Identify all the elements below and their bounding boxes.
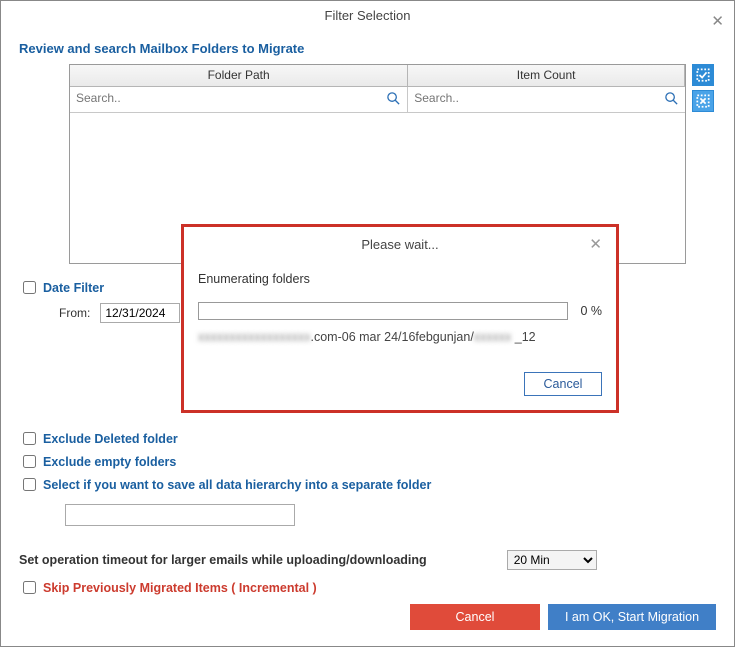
cancel-button[interactable]: Cancel xyxy=(410,604,540,630)
close-icon[interactable]: ✕ xyxy=(711,7,724,37)
dialog-close-icon[interactable]: ✕ xyxy=(589,235,602,253)
progress-dialog: Please wait... ✕ Enumerating folders 0 %… xyxy=(181,224,619,413)
timeout-select[interactable]: 20 Min xyxy=(507,550,597,570)
dialog-status: Enumerating folders xyxy=(198,272,602,286)
exclude-empty-checkbox[interactable] xyxy=(23,455,36,468)
col-folder-path[interactable]: Folder Path xyxy=(70,65,408,86)
date-filter-label: Date Filter xyxy=(43,281,104,295)
exclude-empty-label: Exclude empty folders xyxy=(43,455,176,469)
exclude-deleted-checkbox[interactable] xyxy=(23,432,36,445)
search-item-count-input[interactable] xyxy=(412,90,681,106)
from-date-input[interactable] xyxy=(100,303,180,323)
hierarchy-folder-input[interactable] xyxy=(65,504,295,526)
from-label: From: xyxy=(59,306,90,320)
hierarchy-label: Select if you want to save all data hier… xyxy=(43,478,431,492)
skip-migrated-label: Skip Previously Migrated Items ( Increme… xyxy=(43,581,317,595)
progress-bar xyxy=(198,302,568,320)
date-filter-checkbox[interactable] xyxy=(23,281,36,294)
start-migration-button[interactable]: I am OK, Start Migration xyxy=(548,604,716,630)
page-heading: Review and search Mailbox Folders to Mig… xyxy=(19,41,716,56)
window-title: Filter Selection xyxy=(325,8,411,23)
select-all-button[interactable] xyxy=(692,64,714,86)
grid-header: Folder Path Item Count xyxy=(70,65,685,87)
progress-percent: 0 % xyxy=(580,304,602,318)
timeout-label: Set operation timeout for larger emails … xyxy=(19,553,427,567)
window-titlebar: Filter Selection ✕ xyxy=(1,1,734,31)
search-folder-path-input[interactable] xyxy=(74,90,403,106)
exclude-deleted-label: Exclude Deleted folder xyxy=(43,432,178,446)
deselect-all-button[interactable] xyxy=(692,90,714,112)
skip-migrated-checkbox[interactable] xyxy=(23,581,36,594)
dialog-title: Please wait... xyxy=(361,237,438,252)
dialog-cancel-button[interactable]: Cancel xyxy=(524,372,602,396)
hierarchy-checkbox[interactable] xyxy=(23,478,36,491)
progress-path: xxxxxxxxxxxxxxxxxx.com-06 mar 24/16febgu… xyxy=(198,330,602,344)
col-item-count[interactable]: Item Count xyxy=(408,65,685,86)
